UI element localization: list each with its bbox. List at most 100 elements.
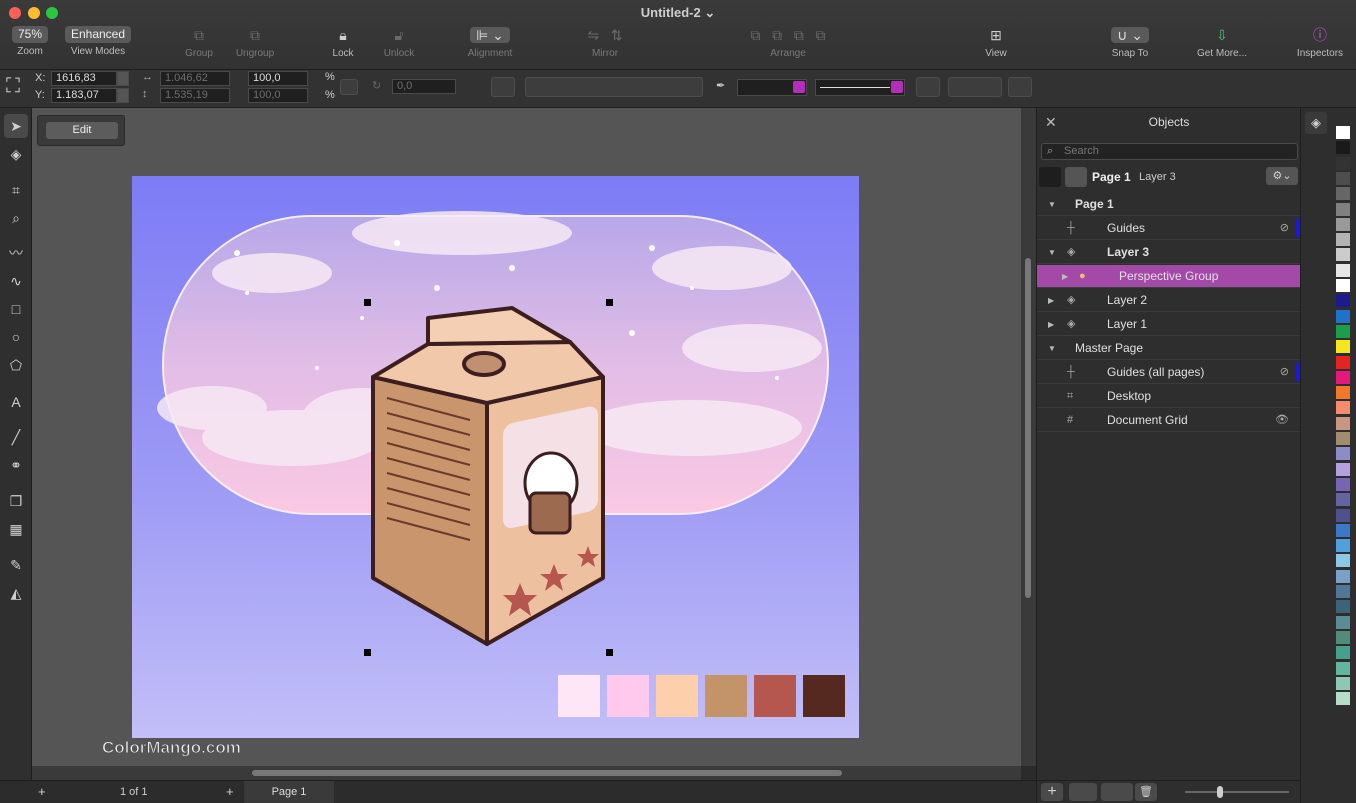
freehand-tool-icon[interactable]: 〰: [4, 241, 28, 265]
palette-swatch[interactable]: [1336, 355, 1350, 369]
palette-swatch[interactable]: [1336, 171, 1350, 185]
tree-row-master-page[interactable]: ▼ Master Page: [1037, 337, 1301, 360]
fill-tool-icon[interactable]: ◭: [4, 581, 28, 605]
show-page-button[interactable]: [1039, 167, 1061, 187]
ungroup-button[interactable]: ⧉ Ungroup: [215, 26, 295, 59]
palette-swatch[interactable]: [1336, 340, 1350, 354]
pick-tool-icon[interactable]: ➤: [4, 114, 28, 138]
palette-swatch[interactable]: [1336, 263, 1350, 277]
palette-swatch[interactable]: [1336, 477, 1350, 491]
get-more-button[interactable]: ⇩ Get More...: [1182, 26, 1262, 59]
tree-row-layer3[interactable]: ▼ ◈ Layer 3: [1037, 241, 1301, 264]
wrap-text-button[interactable]: [1008, 77, 1032, 97]
x-stepper[interactable]: [117, 71, 129, 86]
palette-swatch[interactable]: [1336, 569, 1350, 583]
palette-swatch[interactable]: [1336, 401, 1350, 415]
palette-swatch[interactable]: [1336, 615, 1350, 629]
palette-swatch[interactable]: [1336, 156, 1350, 170]
line-style-dropdown[interactable]: [815, 79, 905, 96]
move-to-layer-button[interactable]: [1101, 783, 1133, 801]
palette-swatch[interactable]: [1336, 279, 1350, 292]
inspectors-button[interactable]: ⓘ Inspectors: [1280, 26, 1356, 59]
shape-tool-icon[interactable]: ◈: [4, 142, 28, 166]
crop-tool-icon[interactable]: ⌗: [4, 178, 28, 202]
view-button[interactable]: ⊞ View: [956, 26, 1036, 59]
panel-settings-button[interactable]: ⚙⌄: [1266, 167, 1298, 185]
palette-swatch[interactable]: [1336, 217, 1350, 231]
text-tool-icon[interactable]: A: [4, 390, 28, 414]
zoom-dropdown[interactable]: 75%: [11, 26, 49, 43]
palette-swatch[interactable]: [1336, 324, 1350, 338]
tree-row-guides-all[interactable]: ┼ Guides (all pages) ⊘: [1037, 361, 1301, 384]
thumbnail-size-slider[interactable]: [1185, 791, 1289, 793]
palette-swatch[interactable]: [1336, 309, 1350, 323]
palette-swatch[interactable]: [1336, 539, 1350, 553]
height-field[interactable]: 1.535,19: [160, 88, 230, 103]
palette-swatch[interactable]: [1336, 646, 1350, 660]
tree-row-guides[interactable]: ┼ Guides ⊘: [1037, 217, 1301, 240]
rectangle-tool-icon[interactable]: □: [4, 297, 28, 321]
new-layer-button[interactable]: +: [1041, 783, 1063, 801]
view-modes-control[interactable]: Enhanced View Modes: [57, 26, 139, 57]
search-input[interactable]: ⌕ Search: [1041, 143, 1298, 160]
artistic-media-icon[interactable]: ∿: [4, 269, 28, 293]
palette-swatch[interactable]: [1336, 523, 1350, 537]
tree-row-page1[interactable]: ▼ Page 1: [1037, 193, 1301, 216]
y-position-field[interactable]: 1.183,07: [51, 88, 117, 103]
palette-swatch[interactable]: [1336, 676, 1350, 690]
palette-swatch[interactable]: [1336, 370, 1350, 384]
drawing-canvas[interactable]: Edit ColorMango.com: [32, 108, 1021, 766]
artwork[interactable]: [32, 108, 1021, 766]
palette-swatch[interactable]: [1336, 600, 1350, 614]
tree-row-document-grid[interactable]: # Document Grid 👁︎: [1037, 409, 1301, 432]
scale-x-field[interactable]: 100,0: [248, 71, 308, 86]
connector-tool-icon[interactable]: ⚭: [4, 453, 28, 477]
alignment-button[interactable]: ⊫ ⌄ Alignment: [450, 26, 530, 59]
palette-swatch[interactable]: [1336, 386, 1350, 400]
palette-swatch[interactable]: [1336, 508, 1350, 522]
width-field[interactable]: 1.046,62: [160, 71, 230, 86]
arrange-button[interactable]: ⧉ ⧉ ⧉ ⧉ Arrange: [748, 26, 828, 59]
outline-width-dropdown[interactable]: [737, 79, 807, 96]
page-tab[interactable]: Page 1: [244, 781, 334, 803]
arrow-start-button[interactable]: [916, 77, 940, 97]
polygon-tool-icon[interactable]: ⬠: [4, 353, 28, 377]
transform-button[interactable]: [491, 77, 515, 97]
palette-swatch[interactable]: [1336, 630, 1350, 644]
vertical-scrollbar[interactable]: [1021, 108, 1036, 766]
palette-swatch[interactable]: [1336, 141, 1350, 155]
palette-swatch[interactable]: [1336, 432, 1350, 445]
palette-swatch[interactable]: [1336, 202, 1350, 216]
unlock-button[interactable]: 🔓︎ Unlock: [359, 26, 439, 59]
boolean-buttons[interactable]: [525, 77, 703, 97]
add-page-icon[interactable]: +: [38, 784, 46, 799]
palette-swatch[interactable]: [1336, 692, 1350, 706]
view-modes-dropdown[interactable]: Enhanced: [64, 26, 132, 43]
reference-point-icon[interactable]: ⛶: [6, 75, 20, 98]
scale-y-field[interactable]: 100,0: [248, 88, 308, 103]
zoom-tool-icon[interactable]: ⌕: [4, 206, 28, 230]
mirror-button[interactable]: ⇋ ⇅ Mirror: [565, 26, 645, 59]
palette-swatch[interactable]: [1336, 554, 1350, 568]
palette-swatch[interactable]: [1336, 493, 1350, 507]
slider-handle[interactable]: [1217, 786, 1223, 798]
lock-ratio-button[interactable]: [340, 79, 358, 95]
palette-swatch[interactable]: [1336, 233, 1350, 247]
arrow-end-button[interactable]: [948, 77, 1002, 97]
palette-swatch[interactable]: [1336, 462, 1350, 476]
y-stepper[interactable]: [117, 88, 129, 103]
tree-row-layer2[interactable]: ▶ ◈ Layer 2: [1037, 289, 1301, 312]
palette-swatch[interactable]: [1336, 661, 1350, 675]
delete-icon[interactable]: 🗑︎: [1135, 783, 1157, 801]
palette-swatch[interactable]: [1336, 187, 1350, 201]
ellipse-tool-icon[interactable]: ○: [4, 325, 28, 349]
tree-row-perspective-group[interactable]: ▶ ● Perspective Group: [1037, 265, 1301, 288]
new-master-layer-button[interactable]: [1069, 783, 1097, 801]
palette-swatch[interactable]: [1336, 416, 1350, 430]
palette-swatch[interactable]: [1336, 126, 1350, 139]
x-position-field[interactable]: 1616,83: [51, 71, 117, 86]
palette-swatch[interactable]: [1336, 294, 1350, 308]
shadow-tool-icon[interactable]: ❐: [4, 489, 28, 513]
tree-row-desktop[interactable]: ⌗ Desktop: [1037, 385, 1301, 408]
show-layers-button[interactable]: [1065, 167, 1087, 187]
